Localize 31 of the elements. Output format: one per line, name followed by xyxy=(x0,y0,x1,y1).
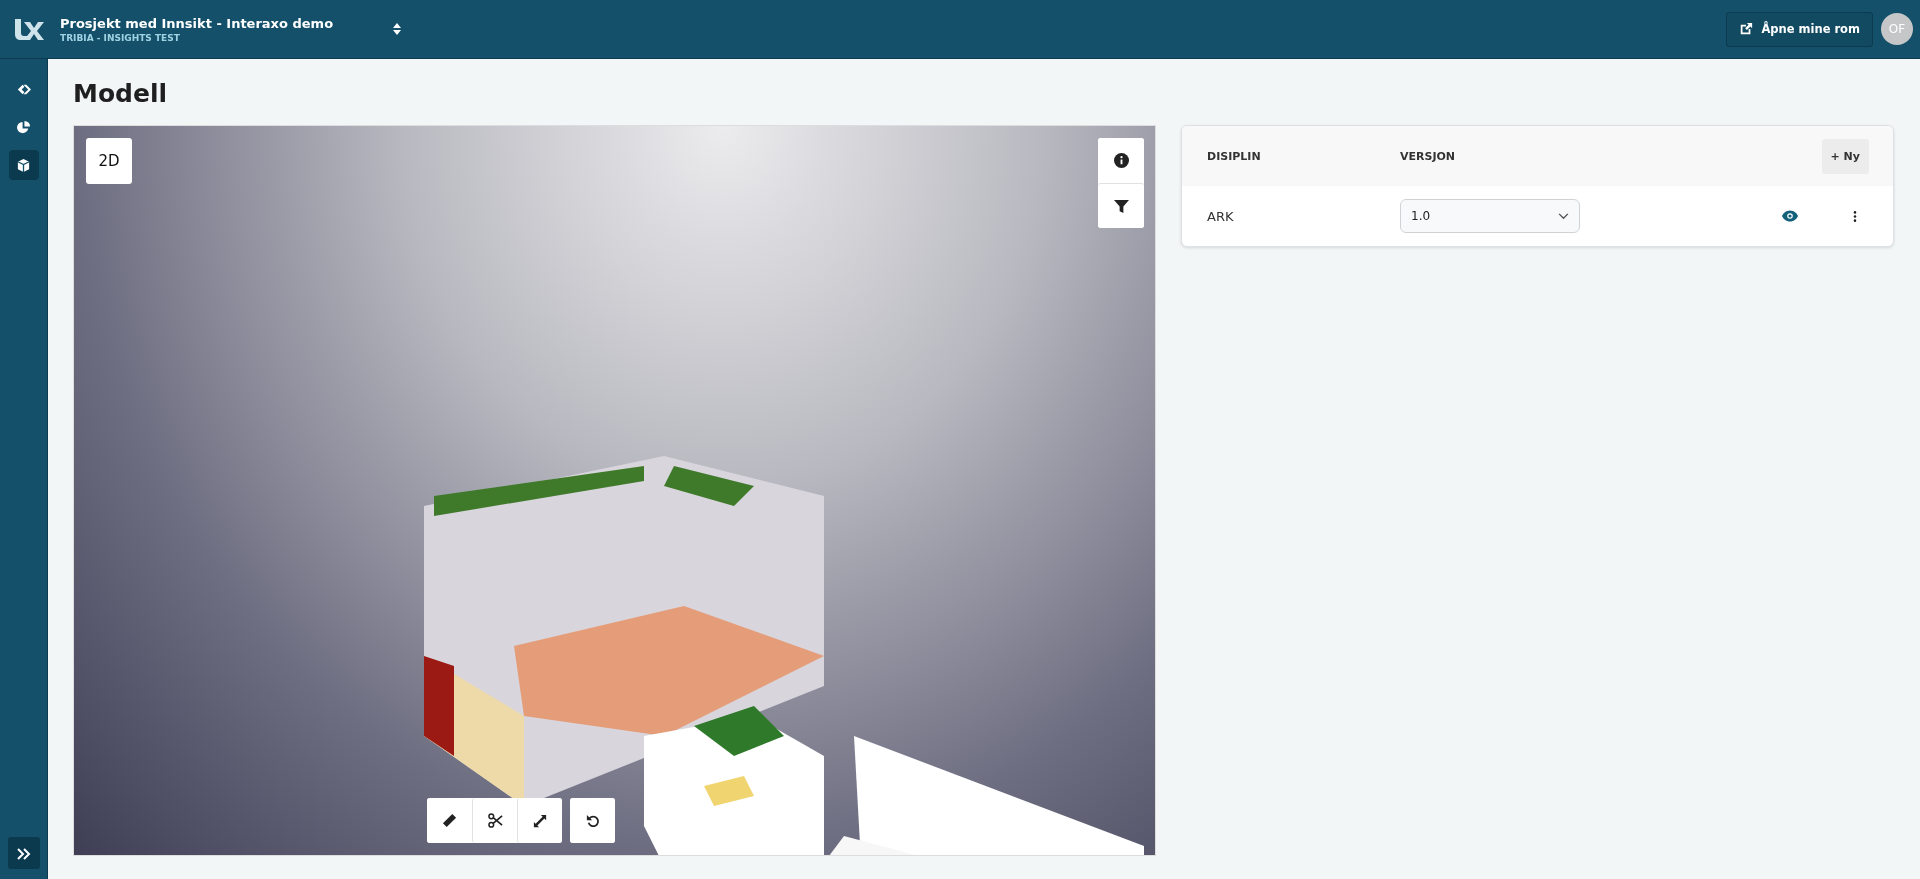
double-chevron-icon xyxy=(16,847,31,860)
open-rooms-button[interactable]: Åpne mine rom xyxy=(1726,11,1873,47)
nav-item[interactable] xyxy=(8,150,39,180)
filter-button[interactable] xyxy=(1098,183,1144,228)
scissors-icon xyxy=(487,813,503,828)
version-dropdown[interactable]: 1.0 xyxy=(1400,199,1580,233)
column-header: VERSJON xyxy=(1400,149,1457,163)
eye-icon xyxy=(1782,210,1798,222)
expand-sidebar-button[interactable] xyxy=(7,837,40,869)
vertical-dots-icon xyxy=(1853,210,1857,222)
table-cell-text: ARK xyxy=(1207,208,1235,224)
new-button[interactable]: + Ny xyxy=(1821,138,1869,174)
info-icon xyxy=(1113,153,1129,168)
reset-view-button[interactable] xyxy=(570,798,615,843)
column-header: DISIPLIN xyxy=(1207,149,1262,163)
page-title: Modell xyxy=(73,79,169,108)
sort-icon[interactable] xyxy=(393,23,402,35)
filter-icon xyxy=(1113,198,1129,214)
cube-icon xyxy=(16,157,31,173)
diagonal-arrows-icon xyxy=(533,813,547,828)
rotate-left-icon xyxy=(585,813,600,828)
project-title: Prosjekt med Innsikt - Interaxo demo xyxy=(60,15,334,31)
chevron-down-icon xyxy=(1558,212,1569,220)
2d-toggle-button[interactable]: 2D xyxy=(86,138,132,184)
logo-icon xyxy=(12,17,44,41)
pie-chart-icon xyxy=(16,119,31,135)
organization-name: TRIBIA - INSIGHTS TEST xyxy=(60,32,181,43)
external-link-icon xyxy=(1739,22,1754,36)
model-viewer[interactable]: 2D xyxy=(73,125,1156,856)
fullscreen-button[interactable] xyxy=(517,798,562,843)
ruler-icon xyxy=(442,813,457,828)
